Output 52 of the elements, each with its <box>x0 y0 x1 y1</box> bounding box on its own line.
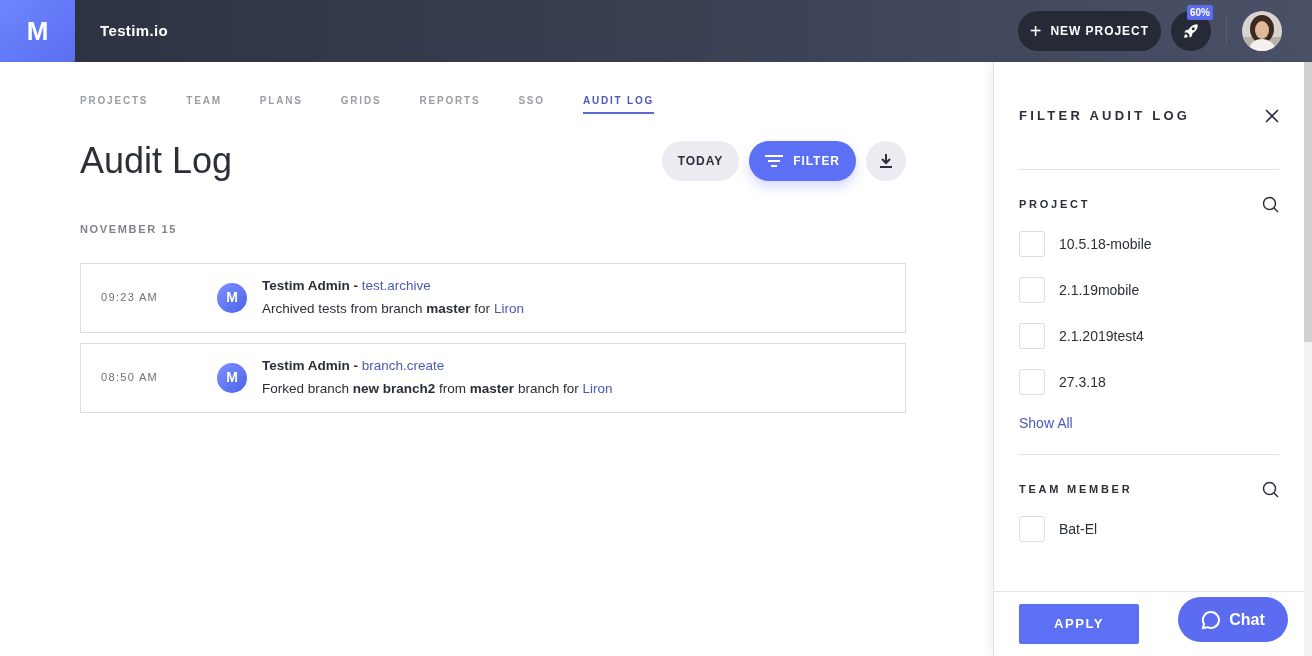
search-icon[interactable] <box>1262 196 1279 213</box>
entry-actor: Testim Admin - <box>262 357 359 376</box>
show-all-link[interactable]: Show All <box>1019 413 1279 434</box>
filter-button[interactable]: FILTER <box>749 141 856 181</box>
filter-icon <box>765 155 784 167</box>
entry-description: Archived tests from branch master for Liron <box>262 299 524 318</box>
logo[interactable]: M <box>0 0 75 62</box>
search-icon[interactable] <box>1262 481 1279 498</box>
checkbox[interactable] <box>1019 369 1045 395</box>
today-button[interactable]: TODAY <box>661 141 740 181</box>
close-icon[interactable] <box>1265 108 1279 123</box>
nav-tab[interactable]: AUDIT LOG <box>582 93 655 114</box>
option-label: Bat-El <box>1059 519 1098 539</box>
download-button[interactable] <box>866 141 906 181</box>
chat-button[interactable]: Chat <box>1178 597 1288 642</box>
section-heading: PROJECT <box>1019 197 1091 213</box>
user-avatar: M <box>217 362 247 393</box>
apply-button[interactable]: APPLY <box>1019 604 1139 644</box>
entry-actor: Testim Admin - <box>262 277 359 296</box>
checkbox[interactable] <box>1019 516 1045 542</box>
page-title: Audit Log <box>80 139 233 183</box>
app-name: Testim.io <box>100 20 169 41</box>
date-heading: NOVEMBER 15 <box>80 222 178 237</box>
panel-title: FILTER AUDIT LOG <box>1019 106 1191 125</box>
new-project-button[interactable]: + NEW PROJECT <box>1017 11 1161 51</box>
option-label: 2.1.2019test4 <box>1059 326 1144 346</box>
option-label: 27.3.18 <box>1059 372 1106 392</box>
entry-time: 08:50 AM <box>100 370 160 386</box>
user-link[interactable]: Liron <box>582 380 613 396</box>
rocket-icon <box>1182 22 1200 40</box>
download-icon <box>879 154 893 168</box>
usage-badge: 60% <box>1187 5 1213 20</box>
user-avatar: M <box>217 282 247 313</box>
entry-description: Forked branch new branch2 from master branch for Liron <box>262 379 613 398</box>
nav-tab[interactable]: SSO <box>518 93 545 114</box>
nav-tab[interactable]: PROJECTS <box>80 93 149 114</box>
nav-tab[interactable]: PLANS <box>259 93 303 114</box>
section-heading: TEAM MEMBER <box>1019 482 1133 498</box>
checkbox[interactable] <box>1019 323 1045 349</box>
nav-tab[interactable]: REPORTS <box>419 93 481 114</box>
option-label: 10.5.18-mobile <box>1059 234 1152 254</box>
nav-tab[interactable]: GRIDS <box>340 93 382 114</box>
checkbox[interactable] <box>1019 231 1045 257</box>
scrollbar-thumb[interactable] <box>1304 62 1312 342</box>
option-label: 2.1.19mobile <box>1059 280 1140 300</box>
entry-time: 09:23 AM <box>100 290 160 306</box>
nav-tab[interactable]: TEAM <box>186 93 222 114</box>
action-link[interactable]: test.archive <box>361 276 431 297</box>
checkbox[interactable] <box>1019 277 1045 303</box>
user-link[interactable]: Liron <box>493 300 524 316</box>
action-link[interactable]: branch.create <box>361 356 445 377</box>
speech-bubble-icon <box>1201 609 1222 630</box>
